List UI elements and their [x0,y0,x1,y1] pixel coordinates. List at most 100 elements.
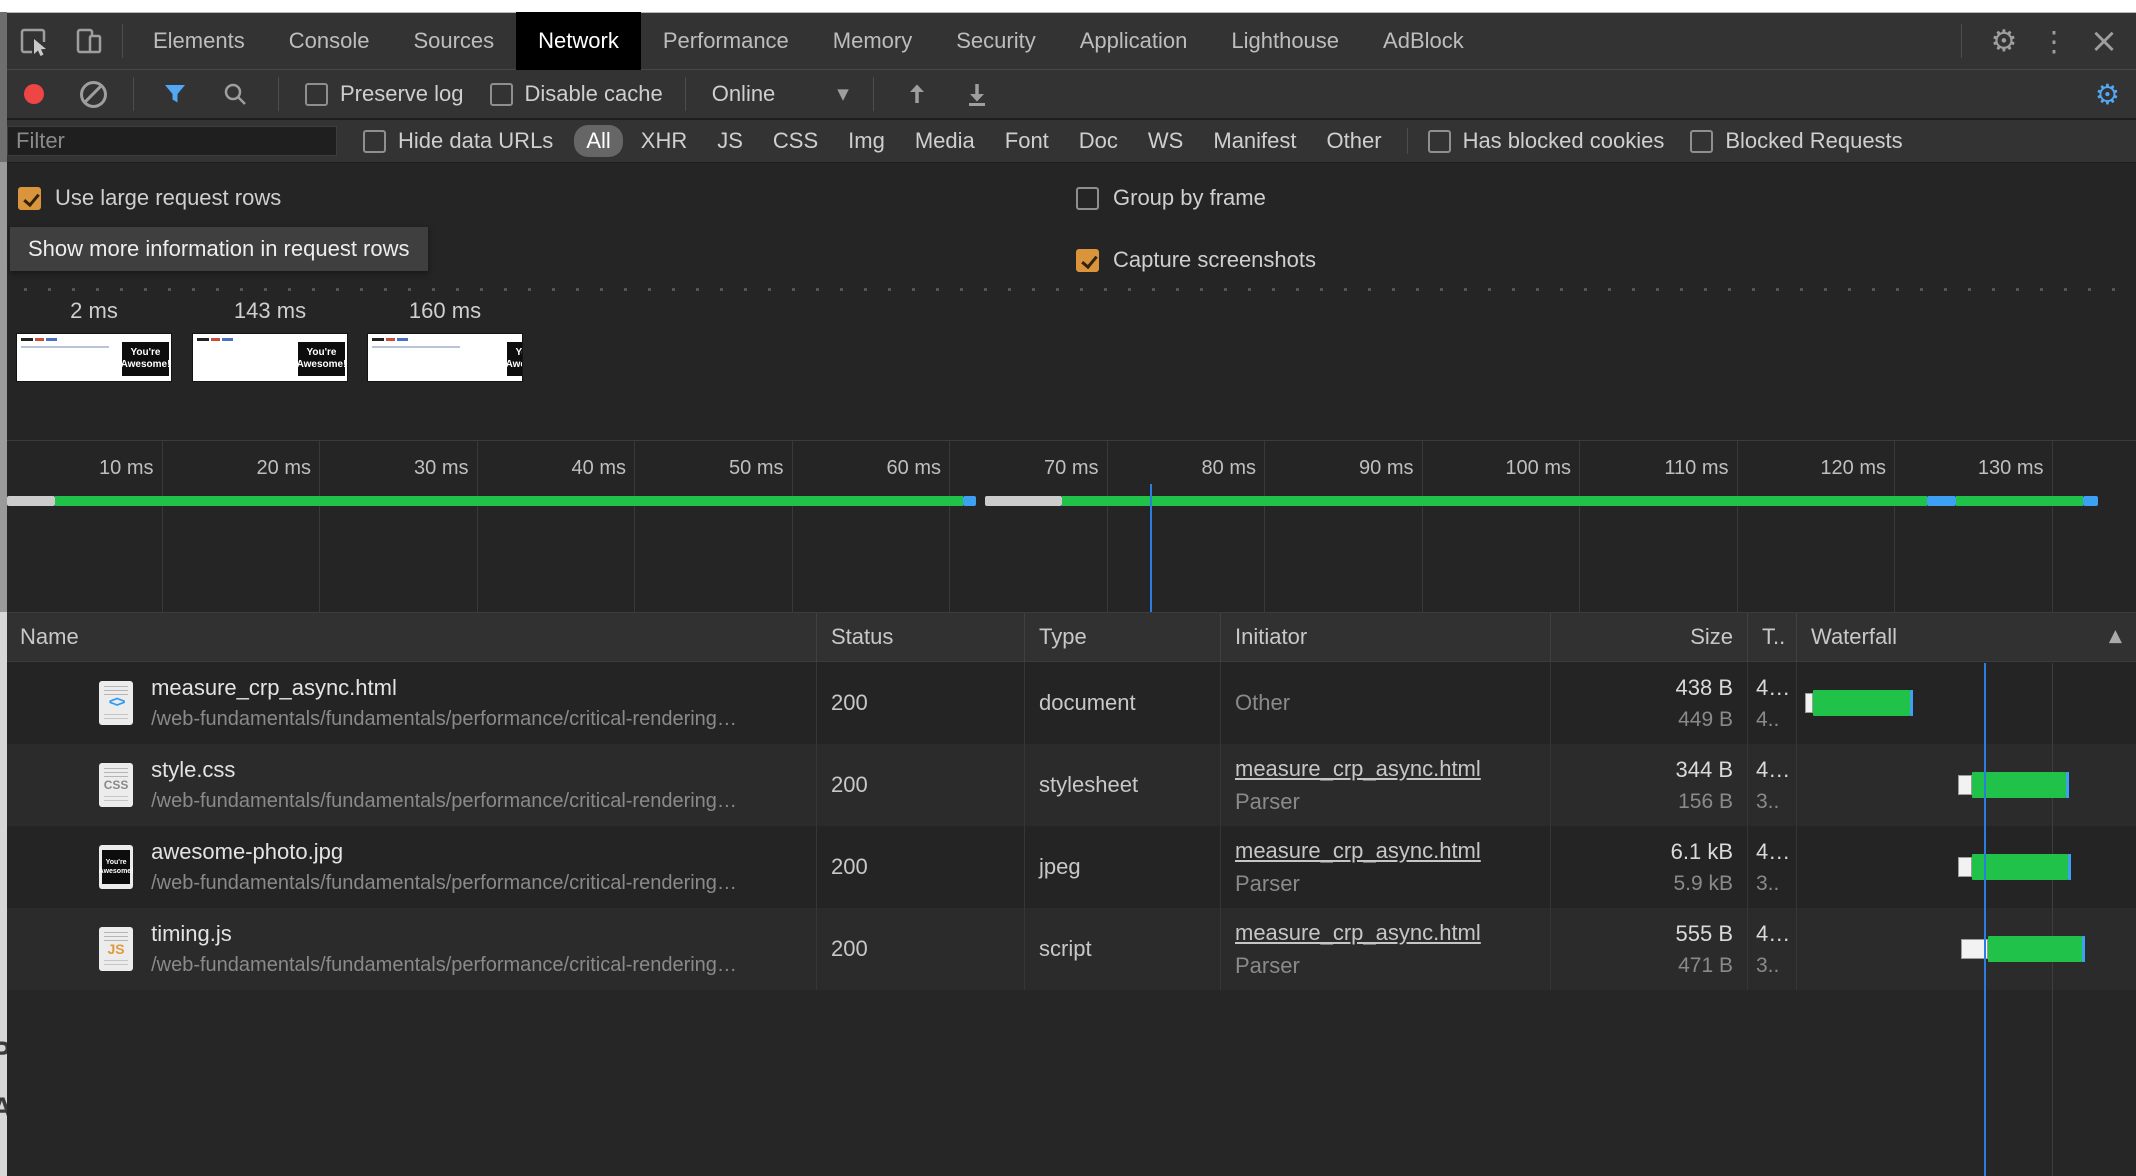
page-edge-segment [0,162,7,612]
request-row[interactable]: <> measure_crp_async.html /web-fundament… [0,662,2136,744]
file-type-icon: JS [99,927,133,971]
column-header-time[interactable]: T.. [1748,613,1797,661]
filmstrip-frame[interactable]: 160 ms You'reAwesome! [368,295,522,381]
inspect-element-icon[interactable] [16,24,50,58]
tab-network[interactable]: Network [516,12,641,70]
table-header: Name Status Type Initiator Size T.. Wate… [0,612,2136,662]
tab-memory[interactable]: Memory [811,13,934,69]
request-path: /web-fundamentals/fundamentals/performan… [151,708,737,731]
chevron-down-icon: ▼ [837,85,849,103]
divider [133,77,134,111]
waterfall-content-bar [1972,854,2068,880]
type-filter-css[interactable]: CSS [761,125,830,157]
import-har-icon[interactable] [900,77,934,111]
tab-sources[interactable]: Sources [391,13,516,69]
network-filterbar: Hide data URLs AllXHRJSCSSImgMediaFontDo… [0,120,2136,163]
request-name: style.css [151,757,737,783]
overview-tick-label: 60 ms [887,457,941,480]
column-header-waterfall[interactable]: Waterfall ▲ [1797,613,2136,661]
sort-ascending-icon: ▲ [2109,626,2122,646]
overview-tick: 10 ms [5,441,163,613]
type-filter-media[interactable]: Media [903,125,987,157]
latency: 4.. [1756,708,1796,732]
close-icon[interactable]: × [2076,21,2132,61]
has-blocked-cookies-checkbox[interactable] [1428,130,1451,153]
record-network-log-button[interactable] [24,84,44,104]
overview-tick: 30 ms [320,441,478,613]
capture-screenshots-checkbox[interactable] [1076,249,1099,272]
tab-performance[interactable]: Performance [641,13,811,69]
total-time: 4… [1756,921,1796,947]
export-har-icon[interactable] [960,77,994,111]
disable-cache-checkbox[interactable] [490,83,513,106]
request-row[interactable]: JS timing.js /web-fundamentals/fundament… [0,908,2136,990]
blocked-requests-checkbox[interactable] [1690,130,1713,153]
request-type: stylesheet [1039,772,1220,798]
waterfall-gridline [2052,663,2053,1176]
preserve-log-checkbox[interactable] [305,83,328,106]
status-code: 200 [831,690,1024,716]
type-filter-xhr[interactable]: XHR [629,125,699,157]
throttling-select[interactable]: Online ▼ [712,81,849,107]
waterfall-load-event-line [1984,663,1986,1176]
tab-security[interactable]: Security [934,13,1057,69]
more-options-icon[interactable]: ⋮ [2032,25,2076,58]
filter-input[interactable] [7,126,337,156]
column-header-name[interactable]: Name [0,613,817,661]
filter-funnel-icon[interactable] [158,77,192,111]
type-filter-other[interactable]: Other [1315,125,1394,157]
cell-size: 438 B 449 B [1551,662,1748,744]
type-filter-js[interactable]: JS [705,125,755,157]
tab-console[interactable]: Console [267,13,392,69]
tabbar-right-controls: ⚙ ⋮ × [1961,13,2136,69]
hide-data-urls-checkbox[interactable] [363,130,386,153]
column-header-status[interactable]: Status [817,613,1025,661]
request-row[interactable]: You'reAwesome! awesome-photo.jpg /web-fu… [0,826,2136,908]
tab-elements[interactable]: Elements [131,13,267,69]
initiator[interactable]: measure_crp_async.html [1235,920,1550,946]
waterfall-connecting-segment [1805,693,1813,713]
column-header-initiator[interactable]: Initiator [1221,613,1551,661]
page-edge-segment [0,12,7,162]
latency: 3.. [1756,872,1796,896]
cell-status: 200 [817,744,1025,826]
initiator[interactable]: measure_crp_async.html [1235,756,1550,782]
column-header-size[interactable]: Size [1551,613,1748,661]
tab-adblock[interactable]: AdBlock [1361,13,1486,69]
type-filter-manifest[interactable]: Manifest [1201,125,1308,157]
type-filter-ws[interactable]: WS [1136,125,1195,157]
overview-tick-label: 110 ms [1664,457,1728,480]
clear-network-log-icon[interactable] [80,81,107,108]
column-header-type[interactable]: Type [1025,613,1221,661]
thumb-topbar [197,338,235,341]
filmstrip-frame[interactable]: 143 ms You'reAwesome! [193,295,347,381]
filmstrip-frame[interactable]: 2 ms You'reAwesome! [17,295,171,381]
cell-name: <> measure_crp_async.html /web-fundament… [0,662,817,744]
divider [1407,128,1408,154]
request-name: measure_crp_async.html [151,675,737,701]
network-settings-gear-icon[interactable]: ⚙ [2095,78,2120,111]
cell-waterfall [1797,826,2136,908]
type-filter-img[interactable]: Img [836,125,897,157]
tab-application[interactable]: Application [1058,13,1210,69]
settings-gear-icon[interactable]: ⚙ [1976,24,2032,59]
cell-time: 4… 4.. [1748,662,1797,744]
tab-lighthouse[interactable]: Lighthouse [1209,13,1361,69]
type-filter-all[interactable]: All [574,125,622,157]
group-by-frame-checkbox[interactable] [1076,187,1099,210]
initiator[interactable]: measure_crp_async.html [1235,838,1550,864]
type-filter-doc[interactable]: Doc [1067,125,1130,157]
overview-tick-label: 20 ms [257,457,311,480]
waterfall-content-bar [1988,936,2082,962]
network-overview[interactable]: 10 ms20 ms30 ms40 ms50 ms60 ms70 ms80 ms… [0,440,2136,613]
disable-cache-option: Disable cache [490,81,663,107]
overview-bar-segment [55,496,963,506]
request-row[interactable]: CSS style.css /web-fundamentals/fundamen… [0,744,2136,826]
use-large-request-rows-checkbox[interactable] [18,187,41,210]
device-toolbar-icon[interactable] [72,24,106,58]
type-filter-font[interactable]: Font [993,125,1061,157]
cell-initiator: measure_crp_async.html Parser [1221,744,1551,826]
frame-screenshot: You'reAwesome! [17,334,171,381]
use-large-request-rows-option: Use large request rows [18,185,281,211]
search-icon[interactable] [218,77,252,111]
